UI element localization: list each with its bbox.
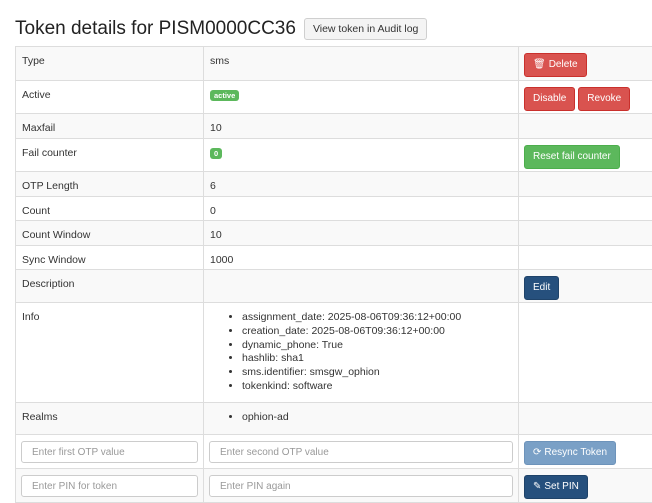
info-item: sms.identifier: smsgw_ophion — [242, 366, 518, 380]
count-label: Count — [16, 197, 204, 221]
row-fail-counter: Fail counter 0 Reset fail counter — [16, 139, 652, 172]
active-badge: active — [210, 90, 239, 101]
resync-token-label: Resync Token — [544, 447, 607, 458]
otp-length-value: 6 — [204, 172, 519, 197]
pin-confirm-input[interactable]: Enter PIN again — [209, 475, 513, 497]
reset-fail-counter-button[interactable]: Reset fail counter — [524, 145, 620, 169]
maxfail-label: Maxfail — [16, 114, 204, 139]
info-item: creation_date: 2025-08-06T09:36:12+00:00 — [242, 325, 518, 339]
active-label: Active — [16, 81, 204, 114]
pin-input[interactable]: Enter PIN for token — [21, 475, 198, 497]
count-window-value: 10 — [204, 221, 519, 246]
row-info: Info assignment_date: 2025-08-06T09:36:1… — [16, 303, 652, 403]
sync-window-value: 1000 — [204, 246, 519, 270]
row-count-window: Count Window 10 — [16, 221, 652, 246]
row-active: Active active Disable Revoke — [16, 81, 652, 114]
trash-icon: 🗑 — [533, 54, 546, 76]
info-item: tokenkind: software — [242, 380, 518, 394]
otp-length-label: OTP Length — [16, 172, 204, 197]
page-header: Token details for PISM0000CC36 View toke… — [15, 16, 427, 42]
set-pin-label: Set PIN — [544, 481, 578, 492]
row-count: Count 0 — [16, 197, 652, 221]
delete-button[interactable]: 🗑Delete — [524, 53, 587, 77]
set-pin-button[interactable]: ✎Set PIN — [524, 475, 588, 499]
realm-item: ophion-ad — [242, 411, 518, 425]
maxfail-value: 10 — [204, 114, 519, 139]
info-label: Info — [16, 303, 204, 403]
row-maxfail: Maxfail 10 — [16, 114, 652, 139]
sync-window-label: Sync Window — [16, 246, 204, 270]
row-type: Type sms 🗑Delete — [16, 47, 652, 81]
row-otp-length: OTP Length 6 — [16, 172, 652, 197]
info-item: hashlib: sha1 — [242, 352, 518, 366]
token-details-table: Type sms 🗑Delete Active active Disable R… — [15, 46, 652, 503]
row-description: Description Edit — [16, 270, 652, 303]
view-audit-log-button[interactable]: View token in Audit log — [304, 18, 427, 40]
first-otp-input[interactable]: Enter first OTP value — [21, 441, 198, 463]
count-value: 0 — [204, 197, 519, 221]
refresh-icon: ⟳ — [533, 442, 541, 464]
fail-counter-badge: 0 — [210, 148, 222, 159]
info-item: dynamic_phone: True — [242, 339, 518, 353]
edit-description-button[interactable]: Edit — [524, 276, 559, 300]
realms-label: Realms — [16, 403, 204, 435]
pin-icon: ✎ — [533, 476, 541, 498]
second-otp-input[interactable]: Enter second OTP value — [209, 441, 513, 463]
resync-token-button[interactable]: ⟳Resync Token — [524, 441, 616, 465]
realms-list: ophion-ad — [204, 411, 518, 425]
row-resync: Enter first OTP value Enter second OTP v… — [16, 435, 652, 469]
description-label: Description — [16, 270, 204, 303]
page-title: Token details for PISM0000CC36 — [15, 18, 296, 40]
fail-counter-label: Fail counter — [16, 139, 204, 172]
info-list: assignment_date: 2025-08-06T09:36:12+00:… — [204, 311, 518, 394]
type-value: sms — [204, 47, 519, 81]
row-realms: Realms ophion-ad — [16, 403, 652, 435]
disable-button[interactable]: Disable — [524, 87, 575, 111]
row-sync-window: Sync Window 1000 — [16, 246, 652, 270]
count-window-label: Count Window — [16, 221, 204, 246]
delete-label: Delete — [549, 59, 578, 70]
row-set-pin: Enter PIN for token Enter PIN again ✎Set… — [16, 469, 652, 503]
info-item: assignment_date: 2025-08-06T09:36:12+00:… — [242, 311, 518, 325]
revoke-button[interactable]: Revoke — [578, 87, 630, 111]
description-value — [204, 270, 519, 303]
type-label: Type — [16, 47, 204, 81]
